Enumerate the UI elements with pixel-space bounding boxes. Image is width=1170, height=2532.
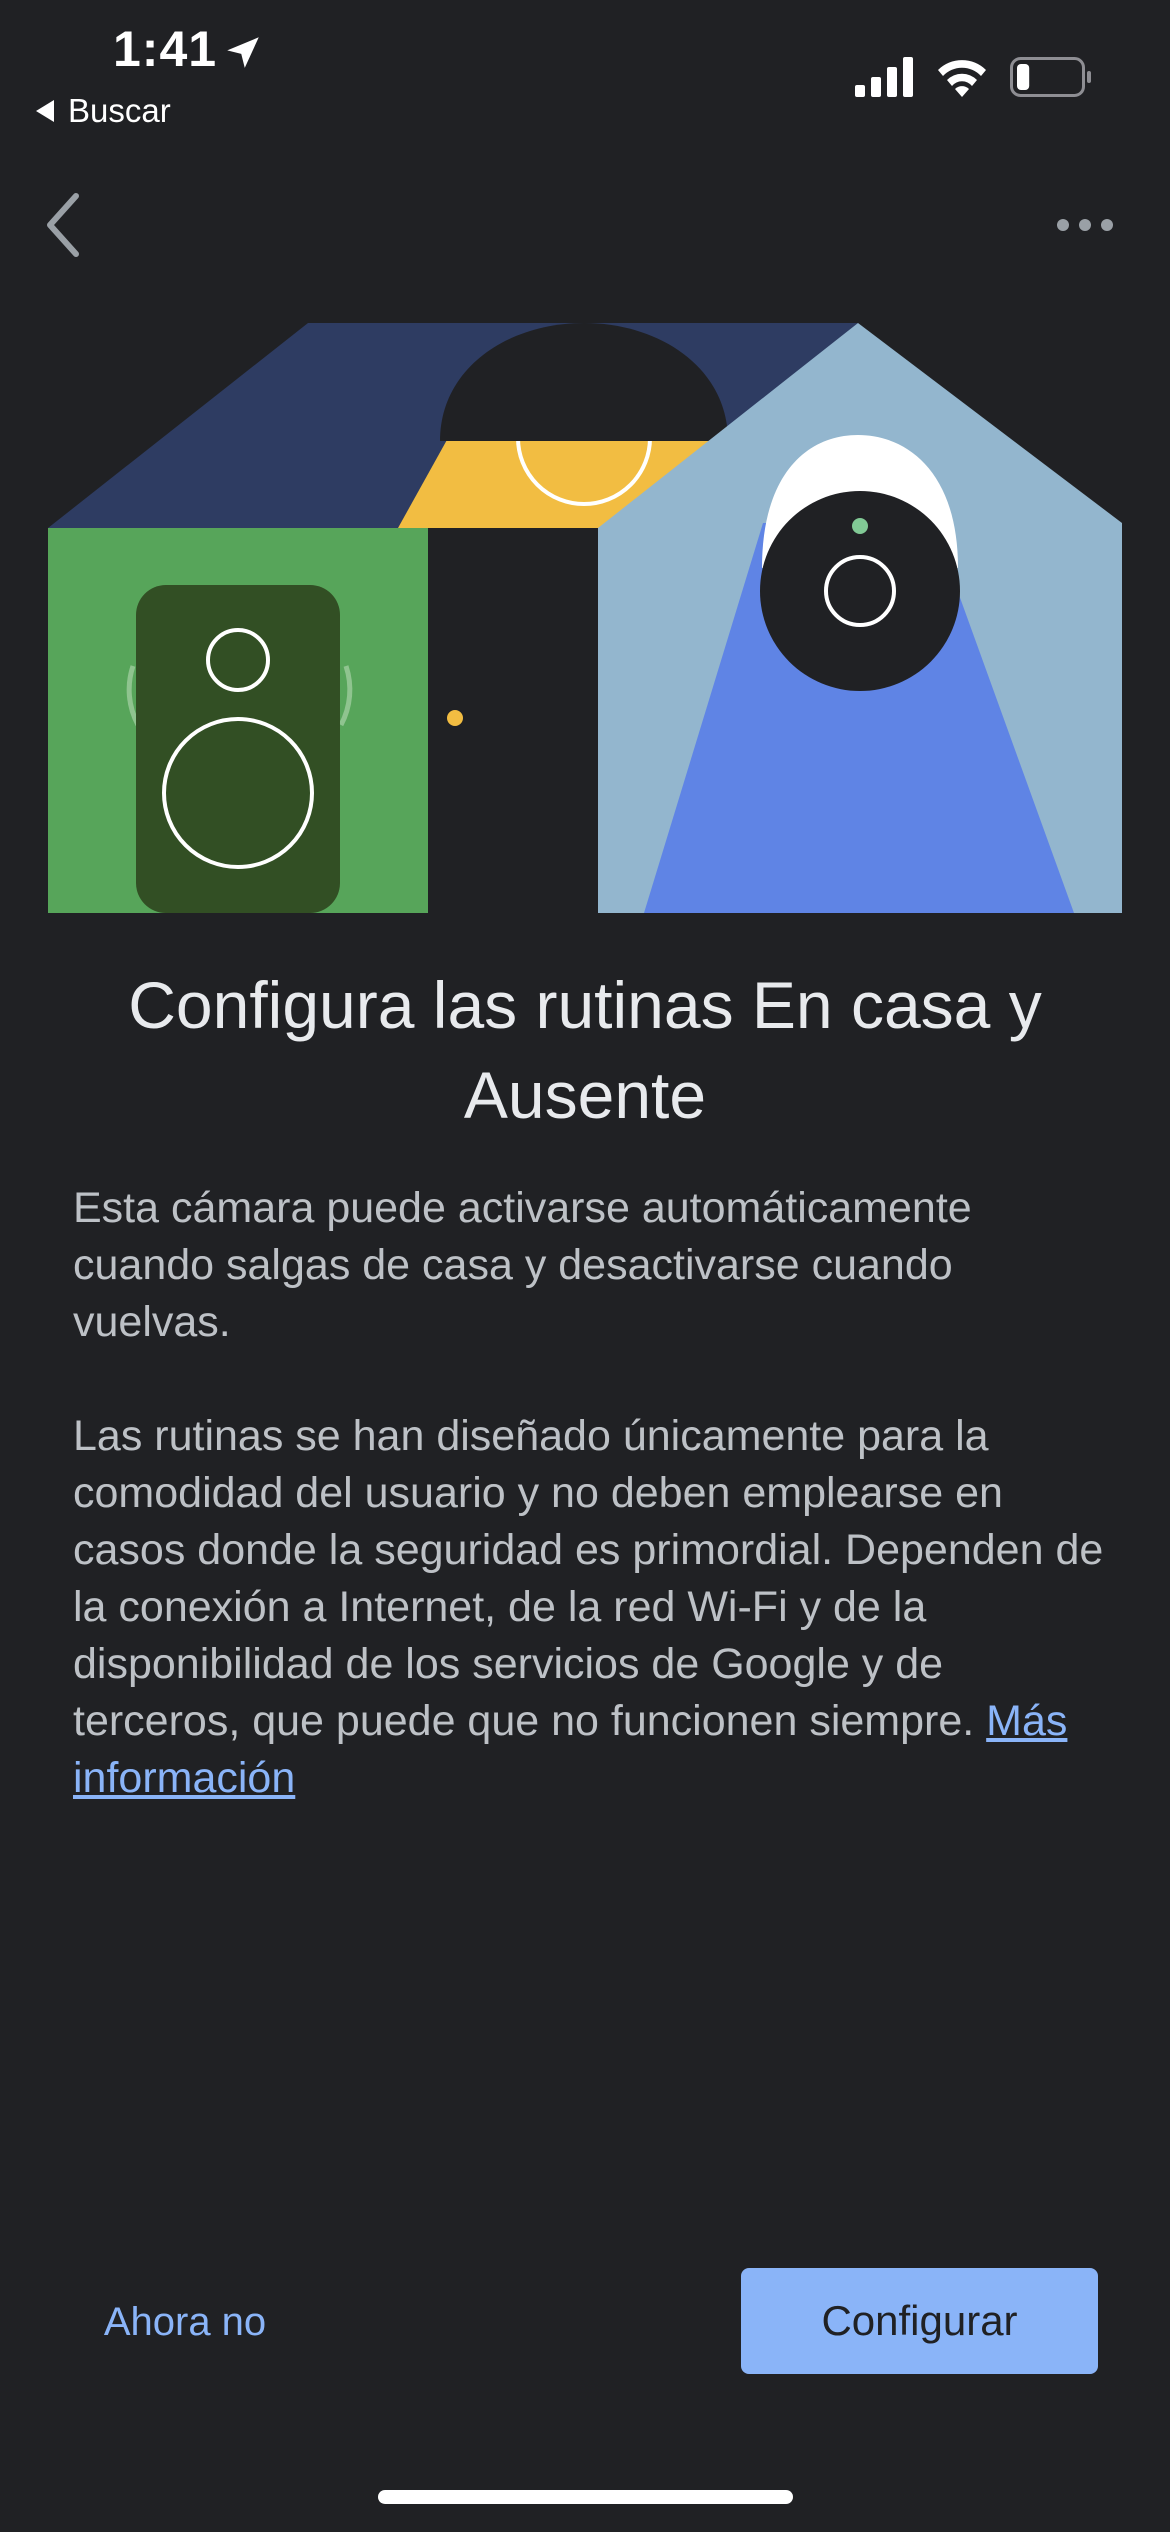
back-to-app-link[interactable]: Buscar (36, 92, 171, 130)
not-now-button[interactable]: Ahora no (60, 2282, 310, 2362)
back-triangle-icon (36, 100, 54, 122)
location-arrow-icon (227, 37, 259, 68)
illustration-speaker (136, 585, 340, 913)
configure-button[interactable]: Configurar (741, 2268, 1098, 2374)
page-title: Configura las rutinas En casa y Ausente (128, 968, 1042, 1132)
home-away-illustration (48, 323, 1122, 913)
disclaimer-text: Las rutinas se han diseñado únicamente p… (73, 1412, 1104, 1745)
illustration-camera-led (852, 518, 868, 534)
description-paragraph: Esta cámara puede activarse automáticame… (73, 1184, 972, 1346)
signal-icon (855, 57, 913, 97)
wifi-icon (938, 60, 986, 97)
more-horizontal-icon[interactable] (1055, 205, 1115, 245)
status-time: 1:41 (113, 21, 218, 77)
home-indicator[interactable] (378, 2490, 793, 2504)
battery-icon (1010, 57, 1091, 97)
back-app-label: Buscar (68, 92, 171, 129)
chevron-left-icon[interactable] (40, 190, 90, 260)
disclaimer-paragraph: Las rutinas se han diseñado únicamente p… (73, 1408, 1113, 1807)
status-bar: 1:41 Buscar (0, 0, 1170, 140)
illustration-door-knob (447, 710, 463, 726)
